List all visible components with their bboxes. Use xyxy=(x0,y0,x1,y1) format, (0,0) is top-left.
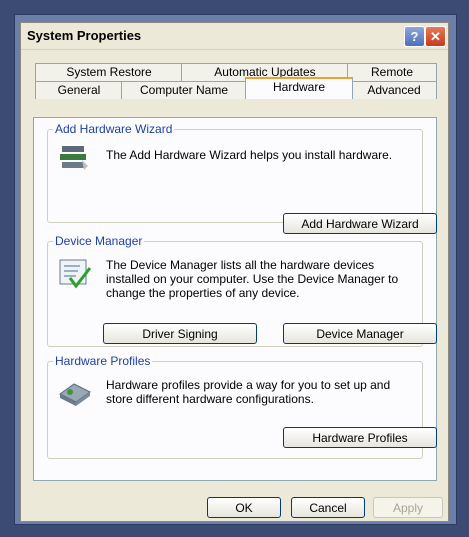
tab-hardware[interactable]: Hardware xyxy=(245,77,353,99)
tab-advanced[interactable]: Advanced xyxy=(351,81,437,99)
hardware-profiles-description: Hardware profiles provide a way for you … xyxy=(106,378,391,406)
group-legend: Hardware Profiles xyxy=(53,354,153,368)
add-hardware-wizard-button[interactable]: Add Hardware Wizard xyxy=(283,213,437,234)
tab-computer-name[interactable]: Computer Name xyxy=(121,81,247,99)
apply-button[interactable]: Apply xyxy=(373,497,443,518)
driver-signing-button[interactable]: Driver Signing xyxy=(103,323,257,344)
hardware-profiles-button[interactable]: Hardware Profiles xyxy=(283,427,437,448)
group-legend: Device Manager xyxy=(53,234,145,248)
wizard-description: The Add Hardware Wizard helps you instal… xyxy=(106,148,393,162)
title-bar[interactable]: System Properties ? ✕ xyxy=(21,23,448,50)
ok-button[interactable]: OK xyxy=(207,497,281,518)
device-manager-button[interactable]: Device Manager xyxy=(283,323,437,344)
hardware-profiles-icon xyxy=(59,383,91,406)
close-button[interactable]: ✕ xyxy=(425,26,446,47)
tab-system-restore[interactable]: System Restore xyxy=(35,63,183,81)
help-button[interactable]: ? xyxy=(404,26,425,47)
tab-remote[interactable]: Remote xyxy=(347,63,437,81)
add-hardware-wizard-group: Add Hardware Wizard The Add Hardware Wiz… xyxy=(47,122,423,223)
window-title: System Properties xyxy=(27,28,142,43)
cancel-button[interactable]: Cancel xyxy=(291,497,365,518)
tab-general[interactable]: General xyxy=(35,81,123,99)
device-manager-description: The Device Manager lists all the hardwar… xyxy=(106,258,399,300)
device-manager-icon xyxy=(59,259,92,289)
hardware-wizard-icon xyxy=(60,146,88,170)
group-legend: Add Hardware Wizard xyxy=(53,122,175,136)
system-properties-dialog: System Properties ? ✕ System Restore Aut… xyxy=(20,22,449,522)
